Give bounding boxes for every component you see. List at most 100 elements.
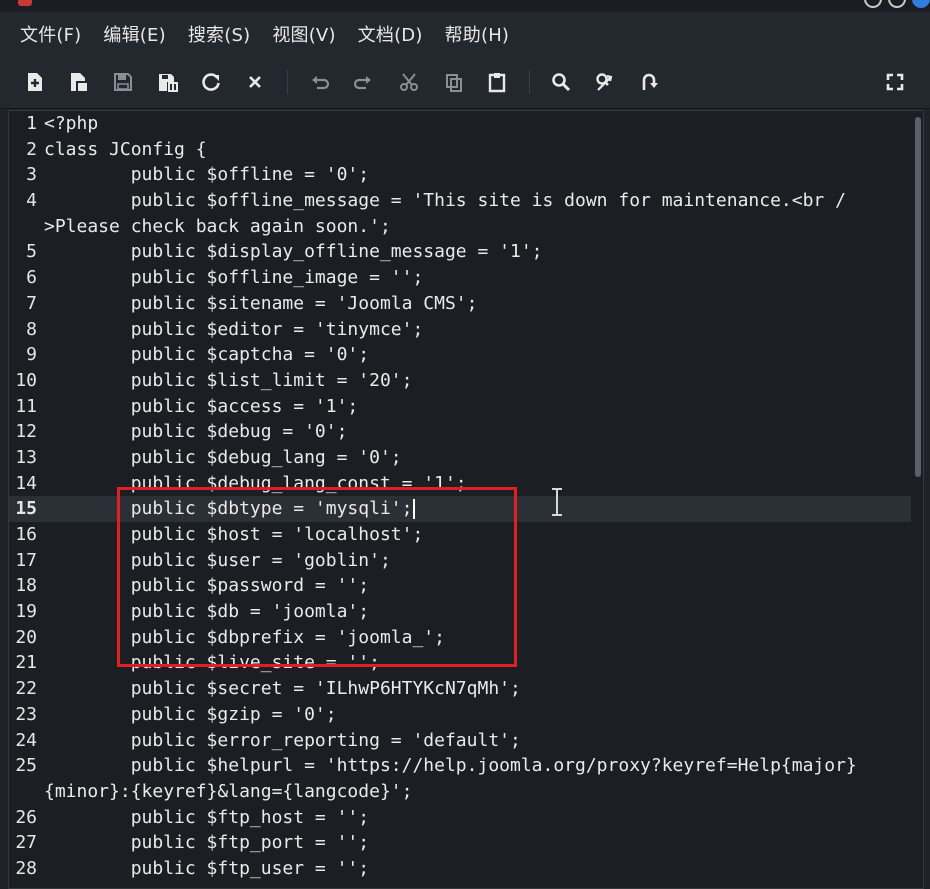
reload-button[interactable] [196,67,226,97]
redo-button[interactable] [348,67,378,97]
open-file-icon [71,73,87,91]
code-line[interactable]: 21 public $live_site = ''; [9,650,911,676]
code-line[interactable]: 20 public $dbprefix = 'joomla_'; [9,625,911,651]
reload-icon [202,73,220,91]
code-line[interactable]: 11 public $access = '1'; [9,394,911,420]
line-number: 21 [15,652,37,674]
code-line[interactable]: 13 public $debug_lang = '0'; [9,445,911,471]
code-line[interactable]: 7 public $sitename = 'Joomla CMS'; [9,291,911,317]
code-text: public $db = 'joomla'; [44,601,370,623]
code-line[interactable]: {minor}:{keyref}&lang={langcode}'; [9,779,911,805]
menu-edit[interactable]: 编辑(E) [103,21,165,47]
menu-view[interactable]: 视图(V) [272,21,335,47]
code-line[interactable]: 6 public $offline_image = ''; [9,265,911,291]
code-line[interactable]: 26 public $ftp_host = ''; [9,805,911,831]
code-line[interactable]: 23 public $gzip = '0'; [9,702,911,728]
code-text: {minor}:{keyref}&lang={langcode}'; [44,780,413,802]
code-text: public $dbprefix = 'joomla_'; [44,626,445,648]
goto-icon [642,73,658,90]
line-number: 16 [15,524,37,545]
open-file-button[interactable] [63,67,93,97]
code-line[interactable]: 2 class JConfig { [9,137,911,163]
goto-line-button[interactable] [634,67,664,97]
code-line[interactable]: 15 public $dbtype = 'mysqli'; [9,496,911,522]
code-line[interactable]: 3 public $offline = '0'; [9,162,911,188]
code-text: public $password = ''; [44,575,370,597]
line-number: 12 [15,421,37,443]
text-cursor-icon [552,488,562,516]
code-text: public $display_offline_message = '1'; [44,241,543,263]
close-icon [249,76,261,88]
line-number: 7 [26,292,37,314]
replace-button[interactable] [590,67,620,97]
menu-file[interactable]: 文件(F) [20,21,81,47]
line-number: 23 [15,703,37,725]
new-file-icon [28,73,42,91]
undo-button[interactable] [305,67,335,97]
menu-search[interactable]: 搜索(S) [188,21,250,47]
code-line[interactable]: 4 public $offline_message = 'This site i… [9,188,911,214]
vertical-scrollbar[interactable] [915,117,921,477]
code-line[interactable]: 16 public $host = 'localhost'; [9,522,911,548]
save-button[interactable] [108,67,138,97]
cut-button[interactable] [394,67,424,97]
code-line[interactable]: 12 public $debug = '0'; [9,419,911,445]
line-number: 8 [26,318,37,340]
menu-help[interactable]: 帮助(H) [445,21,510,47]
line-number: 17 [15,549,37,571]
code-text: public $live_site = ''; [44,652,380,674]
line-number: 2 [26,138,37,160]
code-text: public $ftp_port = ''; [44,832,370,854]
code-editor[interactable]: 1 <?php 2 class JConfig {3 public $offline … [8,110,924,889]
toolbar-separator [529,70,530,94]
code-lines: 1 <?php 2 class JConfig {3 public $offline … [9,111,911,882]
code-line[interactable]: 17 public $user = 'goblin'; [9,548,911,574]
code-line[interactable]: 24 public $error_reporting = 'default'; [9,728,911,754]
code-line[interactable]: 1 <?php [9,111,911,137]
line-number: 6 [26,267,37,289]
search-button[interactable] [546,67,576,97]
line-number: 1 [26,113,37,134]
cut-icon [400,73,418,91]
code-line[interactable]: 18 public $password = ''; [9,573,911,599]
paste-button[interactable] [482,67,512,97]
code-text: public $access = '1'; [44,395,359,417]
window-controls [864,0,930,8]
code-text: public $captcha = '0'; [44,344,370,366]
fullscreen-button[interactable] [880,67,910,97]
save-as-icon [159,74,178,92]
line-number: 4 [26,190,37,212]
line-number: 18 [15,575,37,597]
save-icon [114,73,132,91]
minimize-button[interactable] [864,0,882,8]
menu-document[interactable]: 文档(D) [358,21,423,47]
code-line[interactable]: 14 public $debug_lang_const = '1'; [9,471,911,497]
code-line[interactable]: 9 public $captcha = '0'; [9,342,911,368]
code-line[interactable]: 19 public $db = 'joomla'; [9,599,911,625]
line-number: 19 [15,601,37,623]
code-text: public $list_limit = '20'; [44,369,413,391]
line-number: 5 [26,241,37,263]
code-line[interactable]: 28 public $ftp_user = ''; [9,856,911,882]
new-file-button[interactable] [20,67,50,97]
code-text: public $host = 'localhost'; [44,524,424,545]
code-text: public $helpurl = 'https://help.joomla.o… [44,755,857,777]
save-as-button[interactable] [153,67,183,97]
code-line[interactable]: >Please check back again soon.'; [9,214,911,240]
line-number: 15 [15,498,37,520]
copy-button[interactable] [439,67,469,97]
code-line[interactable]: 5 public $display_offline_message = '1'; [9,239,911,265]
code-line[interactable]: 27 public $ftp_port = ''; [9,830,911,856]
code-text: public $debug_lang = '0'; [44,446,402,468]
code-text: public $ftp_host = ''; [44,806,370,828]
line-number: 22 [15,678,37,700]
line-number: 3 [26,164,37,186]
line-number: 27 [15,832,37,854]
code-line[interactable]: 10 public $list_limit = '20'; [9,368,911,394]
maximize-button[interactable] [888,0,906,8]
code-line[interactable]: 25 public $helpurl = 'https://help.jooml… [9,753,911,779]
code-line[interactable]: 22 public $secret = 'ILhwP6HTYKcN7qMh'; [9,676,911,702]
close-window-button[interactable] [912,0,930,8]
code-line[interactable]: 8 public $editor = 'tinymce'; [9,317,911,343]
close-button[interactable] [240,67,270,97]
